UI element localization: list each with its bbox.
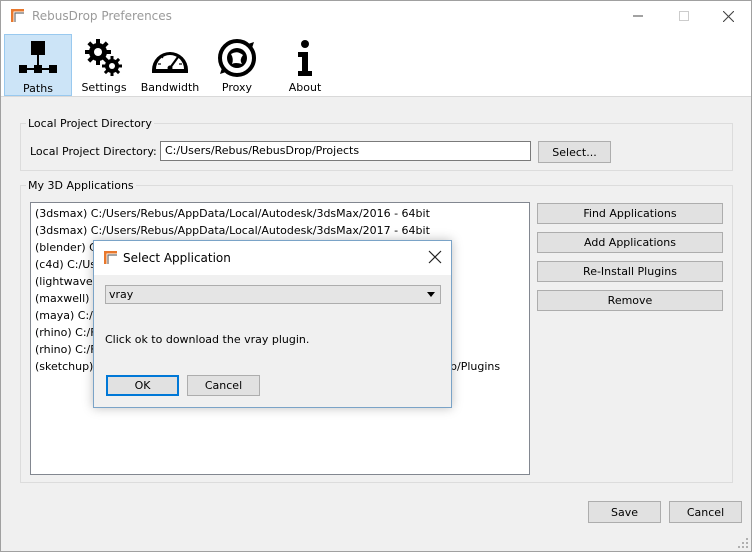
chevron-down-icon [427,292,435,297]
tab-proxy-label: Proxy [221,81,253,94]
maximize-button[interactable] [661,1,707,31]
tab-settings[interactable]: Settings [70,34,138,96]
paths-icon [19,41,57,73]
rebusdrop-logo-icon [11,9,25,23]
ok-button[interactable]: OK [106,375,179,396]
tab-settings-label: Settings [81,81,127,94]
select-directory-button[interactable]: Select... [538,141,611,163]
local-project-group-title: Local Project Directory [26,117,154,130]
tab-bandwidth[interactable]: Bandwidth [136,34,204,96]
tab-paths-label: Paths [23,82,53,95]
local-project-path-field[interactable]: C:/Users/Rebus/RebusDrop/Projects [160,141,531,161]
close-icon [722,10,734,22]
remove-button[interactable]: Remove [537,290,723,311]
list-item-label: (sketchup) [35,360,94,373]
select-application-dialog: Select Application vray Click ok to down… [93,240,452,408]
close-button[interactable] [705,1,751,31]
cancel-button[interactable]: Cancel [669,501,742,523]
dialog-title: Select Application [123,251,231,265]
window-title: RebusDrop Preferences [32,9,172,23]
list-item[interactable]: (3dsmax) C:/Users/Rebus/AppData/Local/Au… [31,205,529,222]
maximize-icon [679,11,689,21]
add-applications-button[interactable]: Add Applications [537,232,723,253]
info-icon [298,40,312,76]
tab-about[interactable]: About [271,34,339,96]
list-item[interactable]: (3dsmax) C:/Users/Rebus/AppData/Local/Au… [31,222,529,239]
reinstall-plugins-button[interactable]: Re-Install Plugins [537,261,723,282]
dialog-title-bar: Select Application [94,241,451,275]
local-project-label: Local Project Directory: [30,145,157,158]
dialog-message: Click ok to download the vray plugin. [105,333,310,346]
application-select[interactable]: vray [105,285,441,304]
tab-about-label: About [288,81,322,94]
dialog-cancel-button[interactable]: Cancel [187,375,260,396]
minimize-icon [633,15,643,17]
title-bar: RebusDrop Preferences [1,1,751,33]
resize-grip-icon[interactable] [737,537,749,549]
tab-paths[interactable]: Paths [4,34,72,96]
close-icon[interactable] [427,249,443,265]
find-applications-button[interactable]: Find Applications [537,203,723,224]
toolbar: Paths Settings Bandwidth Proxy About [1,33,751,97]
tab-bandwidth-label: Bandwidth [140,81,200,94]
gears-icon [85,39,122,76]
rebusdrop-logo-icon [104,251,117,264]
proxy-globe-icon [218,39,256,77]
minimize-button[interactable] [615,1,661,31]
applications-group-title: My 3D Applications [26,179,136,192]
tab-proxy[interactable]: Proxy [203,34,271,96]
application-select-value: vray [109,288,134,301]
gauge-icon [152,52,188,73]
save-button[interactable]: Save [588,501,661,523]
